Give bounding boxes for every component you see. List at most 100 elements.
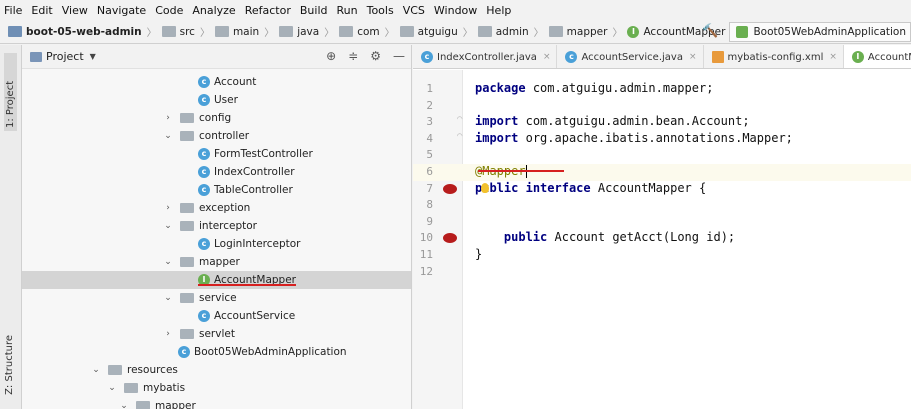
chevron-down-icon[interactable]: ⌄ (162, 293, 174, 303)
breadcrumb-separator-icon: 〉 (324, 28, 335, 39)
tree-item[interactable]: › servlet (22, 325, 411, 343)
tree-item[interactable]: ⌄ controller (22, 127, 411, 145)
code-keyword: import (475, 130, 519, 145)
breadcrumb-item[interactable]: java (279, 26, 319, 38)
tree-item[interactable]: c FormTestController (22, 145, 411, 163)
breadcrumb-label: src (179, 25, 195, 38)
editor-tab[interactable]: c IndexController.java × (413, 45, 558, 68)
chevron-down-icon[interactable]: ⌄ (162, 257, 174, 267)
editor-tab[interactable]: IAccountMap (843, 45, 911, 68)
chevron-down-icon[interactable]: ⌄ (118, 401, 130, 409)
chevron-right-icon[interactable]: › (162, 329, 174, 339)
chevron-down-icon[interactable]: ⌄ (162, 221, 174, 231)
chevron-down-icon[interactable]: ▼ (90, 52, 96, 61)
tree-item[interactable]: ⌄ mapper (22, 397, 411, 409)
editor-tab[interactable]: mybatis-config.xml × (704, 45, 844, 68)
code-line: 4 import org.apache.ibatis.annotations.Ma… (413, 131, 911, 148)
menu-code[interactable]: Code (155, 4, 183, 17)
breadcrumb-item[interactable]: src (161, 25, 195, 38)
tree-item[interactable]: › exception (22, 199, 411, 217)
menu-vcs[interactable]: VCS (403, 4, 425, 17)
breadcrumb-item[interactable]: boot-05-web-admin (8, 26, 142, 38)
menu-window[interactable]: Window (434, 4, 477, 17)
code-editor[interactable]: c IndexController.java × c AccountService.ja… (413, 45, 911, 409)
collapse-all-icon[interactable]: ≑ (348, 49, 358, 63)
code-keyword: package (475, 81, 526, 95)
folder-icon (279, 26, 294, 37)
code-keyword: interface (525, 180, 591, 195)
tree-item[interactable]: ⌄ mapper (22, 253, 411, 271)
tree-item[interactable]: ⌄ mybatis (22, 379, 411, 397)
interface-icon: I (851, 51, 864, 63)
editor-tab[interactable]: c AccountService.java × (557, 45, 704, 68)
code-text: public interface AccountMapper { (475, 180, 707, 195)
fold-icon[interactable]: ⌒ (457, 114, 462, 124)
tree-item-label: mapper (199, 256, 240, 268)
gear-icon[interactable]: ⚙ (370, 49, 381, 63)
chevron-down-icon[interactable]: ⌄ (90, 365, 102, 375)
menu-build[interactable]: Build (300, 4, 328, 17)
tree-item[interactable]: c TableController (22, 181, 411, 199)
breadcrumb-item[interactable]: mapper (548, 26, 607, 38)
code-text: package com.atguigu.admin.mapper; (475, 81, 714, 95)
locate-target-icon[interactable]: ⊕ (326, 49, 336, 63)
code-line: 11} (413, 247, 911, 264)
code-keyword: public (503, 230, 548, 245)
class-icon: c (198, 310, 210, 322)
red-annotation-underline-code (478, 170, 564, 172)
tree-item[interactable]: ⌄ service (22, 289, 411, 307)
package-icon (180, 113, 194, 123)
chevron-right-icon[interactable]: › (162, 203, 174, 213)
run-configuration-selector[interactable]: Boot05WebAdminApplication (729, 22, 911, 42)
chevron-down-icon[interactable]: ⌄ (106, 383, 118, 393)
breadcrumb-item[interactable]: atguigu (399, 26, 458, 38)
build-hammer-icon[interactable]: 🔨 (701, 24, 719, 40)
editor-tab-label: AccountMap (867, 51, 911, 63)
intention-bulb-icon[interactable] (481, 183, 489, 193)
code-line: 12 (413, 264, 911, 281)
editor-tab-label: AccountService.java (581, 51, 683, 63)
menu-tools[interactable]: Tools (367, 4, 394, 17)
tree-item[interactable]: c Account (22, 73, 411, 91)
menu-run[interactable]: Run (337, 4, 358, 17)
project-tool-tab[interactable]: 1: Project (4, 53, 17, 131)
menu-navigate[interactable]: Navigate (97, 4, 146, 17)
tree-item-label: service (199, 292, 237, 304)
tree-item[interactable]: › config (22, 109, 411, 127)
project-view-selector[interactable]: Project (46, 50, 84, 63)
tree-item[interactable]: I AccountMapper (22, 271, 411, 289)
mybatis-bird-icon[interactable] (443, 183, 457, 194)
close-icon[interactable]: × (543, 52, 551, 62)
structure-tool-tab[interactable]: Z: Structure (4, 335, 15, 395)
menu-edit[interactable]: Edit (31, 4, 52, 17)
tree-item[interactable]: c LoginInterceptor (22, 235, 411, 253)
menu-help[interactable]: Help (486, 4, 511, 17)
tree-item[interactable]: c User (22, 91, 411, 109)
chevron-right-icon[interactable]: › (162, 113, 174, 123)
tree-item[interactable]: c IndexController (22, 163, 411, 181)
menu-file[interactable]: File (4, 4, 22, 17)
breadcrumb-item[interactable]: com (339, 26, 380, 38)
tree-item[interactable]: c AccountService (22, 307, 411, 325)
close-icon[interactable]: × (689, 52, 697, 62)
hide-panel-icon[interactable]: — (393, 49, 405, 63)
fold-icon[interactable]: ⌒ (457, 131, 462, 141)
close-icon[interactable]: × (829, 52, 837, 62)
menu-view[interactable]: View (62, 4, 88, 17)
tree-item-label: User (214, 94, 238, 106)
code-line: 10 public Account getAcct(Long id); (413, 230, 911, 247)
mybatis-bird-icon[interactable] (443, 233, 457, 244)
breadcrumb-item[interactable]: admin (477, 26, 529, 38)
tree-item[interactable]: c Boot05WebAdminApplication (22, 343, 411, 361)
code-line: 9 (413, 214, 911, 231)
breadcrumb-item[interactable]: main (214, 26, 259, 38)
tree-item[interactable]: ⌄ interceptor (22, 217, 411, 235)
tree-item[interactable]: ⌄ resources (22, 361, 411, 379)
package-icon (180, 257, 194, 267)
menu-refactor[interactable]: Refactor (245, 4, 291, 17)
breadcrumb-separator-icon: 〉 (462, 28, 473, 39)
project-icon (30, 51, 42, 62)
menu-analyze[interactable]: Analyze (192, 4, 235, 17)
chevron-down-icon[interactable]: ⌄ (162, 131, 174, 141)
folder-icon (477, 26, 492, 37)
